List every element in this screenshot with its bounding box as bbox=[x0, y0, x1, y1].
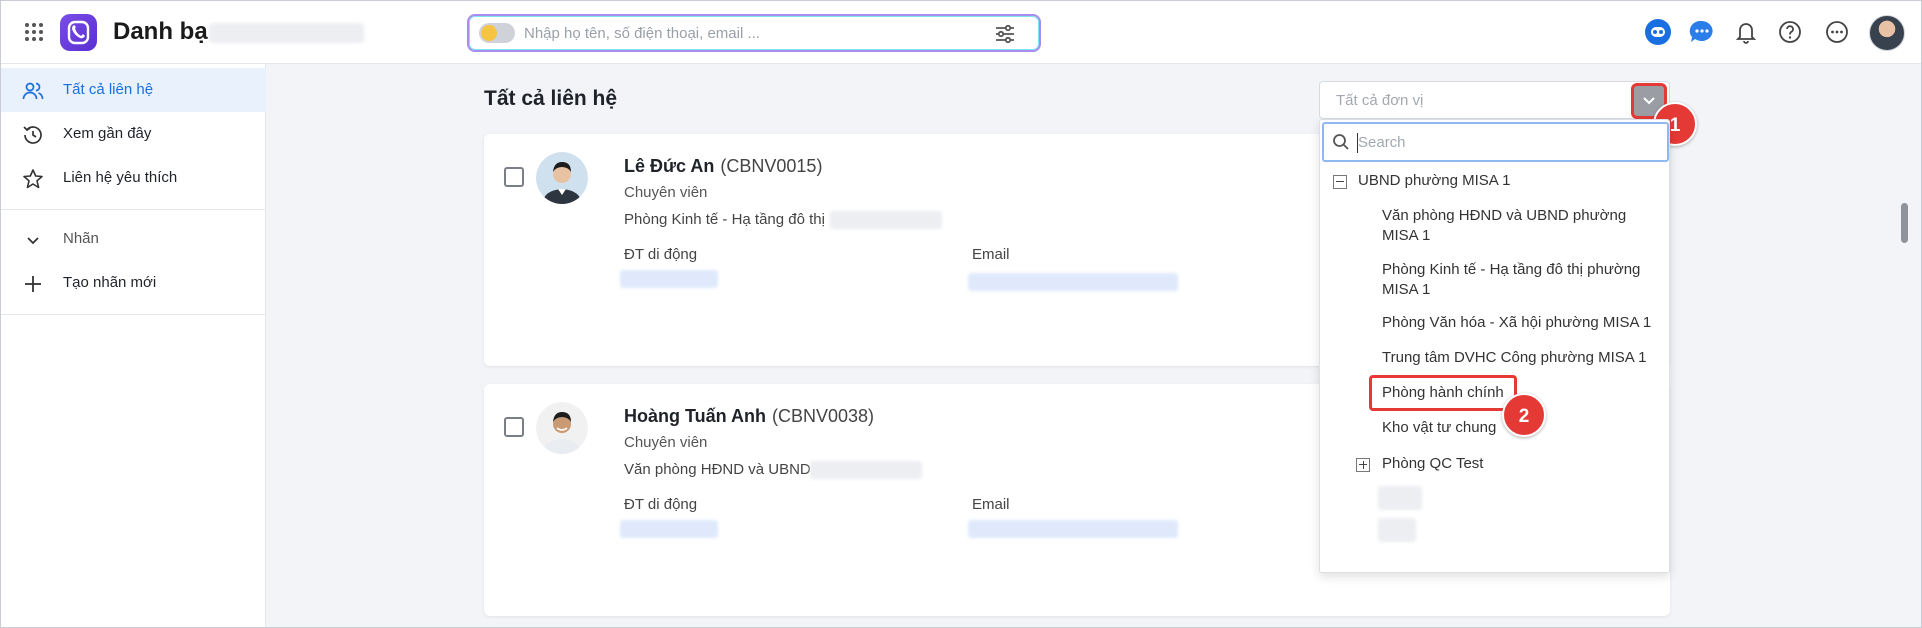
chat-icon[interactable] bbox=[1688, 18, 1716, 46]
tree-item-unit[interactable]: Kho vật tư chung bbox=[1382, 418, 1496, 438]
phone-book-icon bbox=[67, 20, 90, 45]
email-label: Email bbox=[972, 496, 1010, 513]
app-logo bbox=[60, 14, 97, 51]
collapse-toggle-icon[interactable] bbox=[1333, 175, 1347, 189]
contact-checkbox[interactable] bbox=[504, 417, 524, 437]
page-title: Tất cả liên hệ bbox=[484, 87, 618, 110]
unit-tree-dropdown: Search UBND phường MISA 1 Văn phòng HĐND… bbox=[1319, 119, 1670, 573]
toggle-knob bbox=[481, 25, 497, 41]
tree-item-unit[interactable]: Trung tâm DVHC Công phường MISA 1 bbox=[1382, 348, 1646, 368]
tree-item-root[interactable]: UBND phường MISA 1 bbox=[1358, 171, 1510, 191]
more-icon[interactable] bbox=[1823, 18, 1851, 46]
history-icon bbox=[23, 126, 42, 144]
search-placeholder: Nhập họ tên, số điện thoại, email ... bbox=[524, 25, 760, 42]
bell-icon[interactable] bbox=[1732, 18, 1760, 46]
filter-sliders-icon[interactable] bbox=[993, 22, 1017, 46]
global-search-input[interactable]: Nhập họ tên, số điện thoại, email ... bbox=[467, 14, 1041, 52]
contact-code: (CBNV0038) bbox=[771, 406, 875, 426]
blurred-item bbox=[1378, 486, 1422, 510]
highlight-box-step-2 bbox=[1369, 375, 1517, 411]
blurred-email bbox=[968, 520, 1178, 538]
contact-code: (CBNV0015) bbox=[720, 156, 823, 176]
sidebar-item-label: Liên hệ yêu thích bbox=[63, 169, 178, 186]
contact-name-text: Hoàng Tuấn Anh bbox=[624, 406, 766, 426]
sidebar-item-all-contacts[interactable]: Tất cả liên hệ bbox=[1, 68, 266, 112]
labels-group-label: Nhãn bbox=[63, 230, 99, 247]
expand-toggle-icon[interactable] bbox=[1356, 458, 1370, 472]
email-label: Email bbox=[972, 246, 1010, 263]
sidebar-divider bbox=[1, 314, 266, 315]
contact-name[interactable]: Lê Đức An (CBNV0015) bbox=[624, 156, 822, 177]
tree-item-line: Phòng Kinh tế - Hạ tầng đô thị phường bbox=[1382, 261, 1641, 278]
top-header: Danh bạ Nhập họ tên, số điện thoại, emai… bbox=[1, 1, 1921, 64]
sidebar-item-recent[interactable]: Xem gần đây bbox=[1, 112, 266, 156]
blurred-org-name bbox=[209, 23, 364, 43]
ai-search-toggle[interactable] bbox=[479, 23, 515, 43]
contacts-icon bbox=[22, 82, 44, 100]
tree-item-unit[interactable]: Phòng QC Test bbox=[1382, 454, 1483, 474]
blurred-phone bbox=[620, 270, 718, 288]
plus-icon bbox=[25, 276, 41, 292]
tree-item-unit[interactable]: Phòng Kinh tế - Hạ tầng đô thị phường MI… bbox=[1382, 260, 1640, 300]
contact-role: Chuyên viên bbox=[624, 434, 708, 451]
sidebar-divider bbox=[1, 209, 266, 210]
contact-avatar bbox=[536, 402, 588, 454]
chevron-down-icon bbox=[27, 237, 39, 245]
blurred-text bbox=[830, 211, 942, 229]
blurred-phone bbox=[620, 520, 718, 538]
unit-select-placeholder: Tất cả đơn vị bbox=[1336, 92, 1424, 109]
app-title: Danh bạ bbox=[113, 18, 208, 45]
contact-avatar bbox=[536, 152, 588, 204]
tree-item-line: MISA 1 bbox=[1382, 281, 1431, 298]
blurred-item bbox=[1378, 518, 1416, 542]
contact-checkbox[interactable] bbox=[504, 167, 524, 187]
star-icon bbox=[23, 169, 43, 189]
sidebar-item-favorites[interactable]: Liên hệ yêu thích bbox=[1, 156, 266, 200]
user-avatar[interactable] bbox=[1869, 15, 1905, 51]
dropdown-search-placeholder: Search bbox=[1358, 134, 1406, 151]
sidebar-labels-group[interactable]: Nhãn bbox=[1, 217, 266, 261]
contact-role: Chuyên viên bbox=[624, 184, 708, 201]
tree-item-line: Văn phòng HĐND và UBND phường bbox=[1382, 207, 1627, 224]
create-label-text: Tạo nhãn mới bbox=[63, 274, 157, 291]
sidebar-item-label: Tất cả liên hệ bbox=[63, 81, 154, 98]
phone-label: ĐT di động bbox=[624, 496, 698, 513]
search-icon bbox=[1333, 134, 1349, 150]
contact-department: Phòng Kinh tế - Hạ tầng đô thị bbox=[624, 211, 825, 228]
app-window: Danh bạ Nhập họ tên, số điện thoại, emai… bbox=[0, 0, 1922, 628]
contact-department: Văn phòng HĐND và UBND bbox=[624, 461, 811, 478]
blurred-text bbox=[810, 461, 922, 479]
dropdown-search-input[interactable]: Search bbox=[1322, 122, 1669, 162]
sidebar-create-label[interactable]: Tạo nhãn mới bbox=[1, 261, 266, 305]
person-photo-icon bbox=[536, 402, 588, 454]
sidebar-item-label: Xem gần đây bbox=[63, 125, 152, 142]
unit-select[interactable]: Tất cả đơn vị bbox=[1319, 81, 1670, 119]
scrollbar-thumb[interactable] bbox=[1901, 203, 1908, 243]
phone-label: ĐT di động bbox=[624, 246, 698, 263]
step-2-badge: 2 bbox=[1502, 393, 1546, 437]
apps-grid-icon[interactable] bbox=[23, 21, 45, 43]
sidebar: Tất cả liên hệ Xem gần đây Liên hệ yêu t… bbox=[1, 64, 266, 627]
blurred-email bbox=[968, 273, 1178, 291]
bot-icon[interactable] bbox=[1644, 18, 1672, 46]
tree-item-unit[interactable]: Phòng Văn hóa - Xã hội phường MISA 1 bbox=[1382, 313, 1651, 333]
help-icon[interactable] bbox=[1776, 18, 1804, 46]
contact-name-text: Lê Đức An bbox=[624, 156, 715, 176]
tree-item-unit[interactable]: Văn phòng HĐND và UBND phường MISA 1 bbox=[1382, 206, 1626, 246]
tree-item-line: MISA 1 bbox=[1382, 227, 1431, 244]
contact-name[interactable]: Hoàng Tuấn Anh (CBNV0038) bbox=[624, 406, 874, 427]
person-photo-icon bbox=[536, 152, 588, 204]
